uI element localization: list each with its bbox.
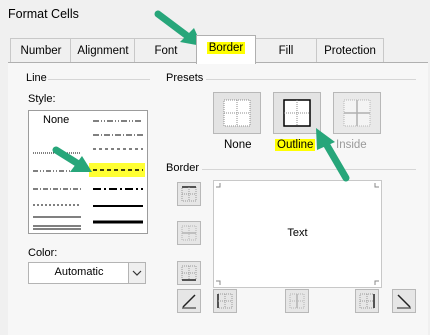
tab-border-label: Border (206, 42, 246, 54)
arrow-to-line-style (52, 146, 84, 169)
arrow-to-border-tab (154, 10, 194, 42)
tab-border[interactable]: Border (196, 35, 256, 64)
arrow-to-outline (321, 138, 350, 182)
